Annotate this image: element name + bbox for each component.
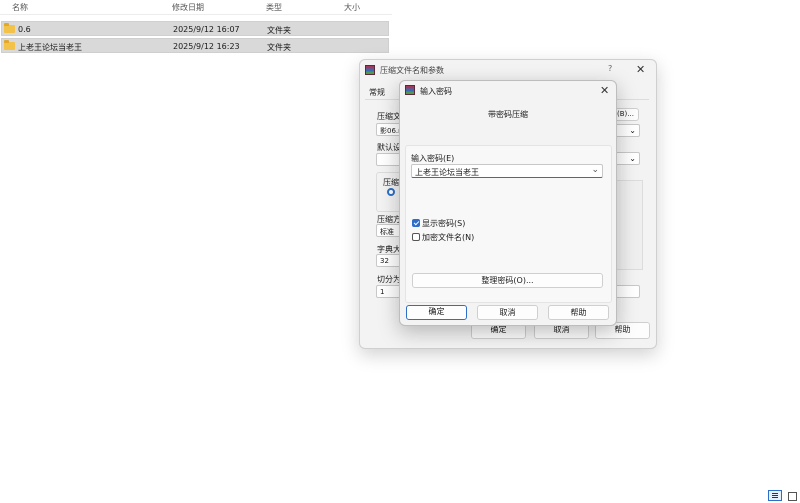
ok-button[interactable]: 确定 <box>406 305 467 320</box>
column-type[interactable]: 类型 <box>266 2 282 13</box>
password-dialog: 输入密码 ✕ 带密码压缩 输入密码(E) 上老王论坛当老王 ⌄ 显示密码(S) … <box>399 80 617 326</box>
file-type: 文件夹 <box>267 43 291 52</box>
file-type: 文件夹 <box>267 26 291 35</box>
cancel-button[interactable]: 取消 <box>477 305 538 320</box>
details-view-icon[interactable] <box>768 490 782 501</box>
dialog-heading: 带密码压缩 <box>488 110 528 119</box>
radio-button[interactable] <box>387 188 395 196</box>
compress-group-label: 压缩 <box>383 178 399 187</box>
column-name[interactable]: 名称 <box>12 2 28 13</box>
file-row[interactable]: 0.6 2025/9/12 16:07 文件夹 <box>1 21 389 36</box>
close-icon[interactable]: ✕ <box>600 85 609 96</box>
encrypt-names-label[interactable]: 加密文件名(N) <box>422 232 474 243</box>
column-modified[interactable]: 修改日期 <box>172 2 204 13</box>
winrar-icon <box>365 65 375 75</box>
tab-general[interactable]: 常规 <box>369 87 385 98</box>
winrar-icon <box>405 85 415 95</box>
encrypt-names-checkbox[interactable] <box>412 233 420 241</box>
password-input[interactable]: 上老王论坛当老王 ⌄ <box>411 164 603 178</box>
show-password-label[interactable]: 显示密码(S) <box>422 218 465 229</box>
split-label: 切分为 <box>377 275 401 284</box>
file-modified: 2025/9/12 16:07 <box>173 25 240 34</box>
dialog-title: 输入密码 <box>420 87 452 96</box>
options-panel <box>613 180 643 270</box>
file-list-header: 名称 修改日期 类型 大小 <box>0 0 392 15</box>
file-row[interactable]: 上老王论坛当老王 2025/9/12 16:23 文件夹 <box>1 38 389 53</box>
column-size[interactable]: 大小 <box>344 2 360 13</box>
file-name: 0.6 <box>18 25 31 34</box>
folder-icon <box>4 23 15 33</box>
help-button[interactable]: 帮助 <box>548 305 609 320</box>
help-icon[interactable]: ? <box>608 64 612 73</box>
dialog-title: 压缩文件名和参数 <box>380 66 444 75</box>
tiles-view-icon[interactable] <box>788 492 797 501</box>
password-value: 上老王论坛当老王 <box>415 168 479 177</box>
show-password-checkbox[interactable] <box>412 219 420 227</box>
file-name: 上老王论坛当老王 <box>18 43 82 52</box>
folder-icon <box>4 40 15 50</box>
archive-name-label: 压缩文 <box>377 112 401 121</box>
chevron-down-icon[interactable]: ⌄ <box>591 165 599 175</box>
close-icon[interactable]: ✕ <box>636 64 645 75</box>
default-profile-label: 默认设 <box>377 143 401 152</box>
file-modified: 2025/9/12 16:23 <box>173 42 240 51</box>
organize-passwords-button[interactable]: 整理密码(O)... <box>412 273 603 288</box>
password-label: 输入密码(E) <box>411 154 455 163</box>
